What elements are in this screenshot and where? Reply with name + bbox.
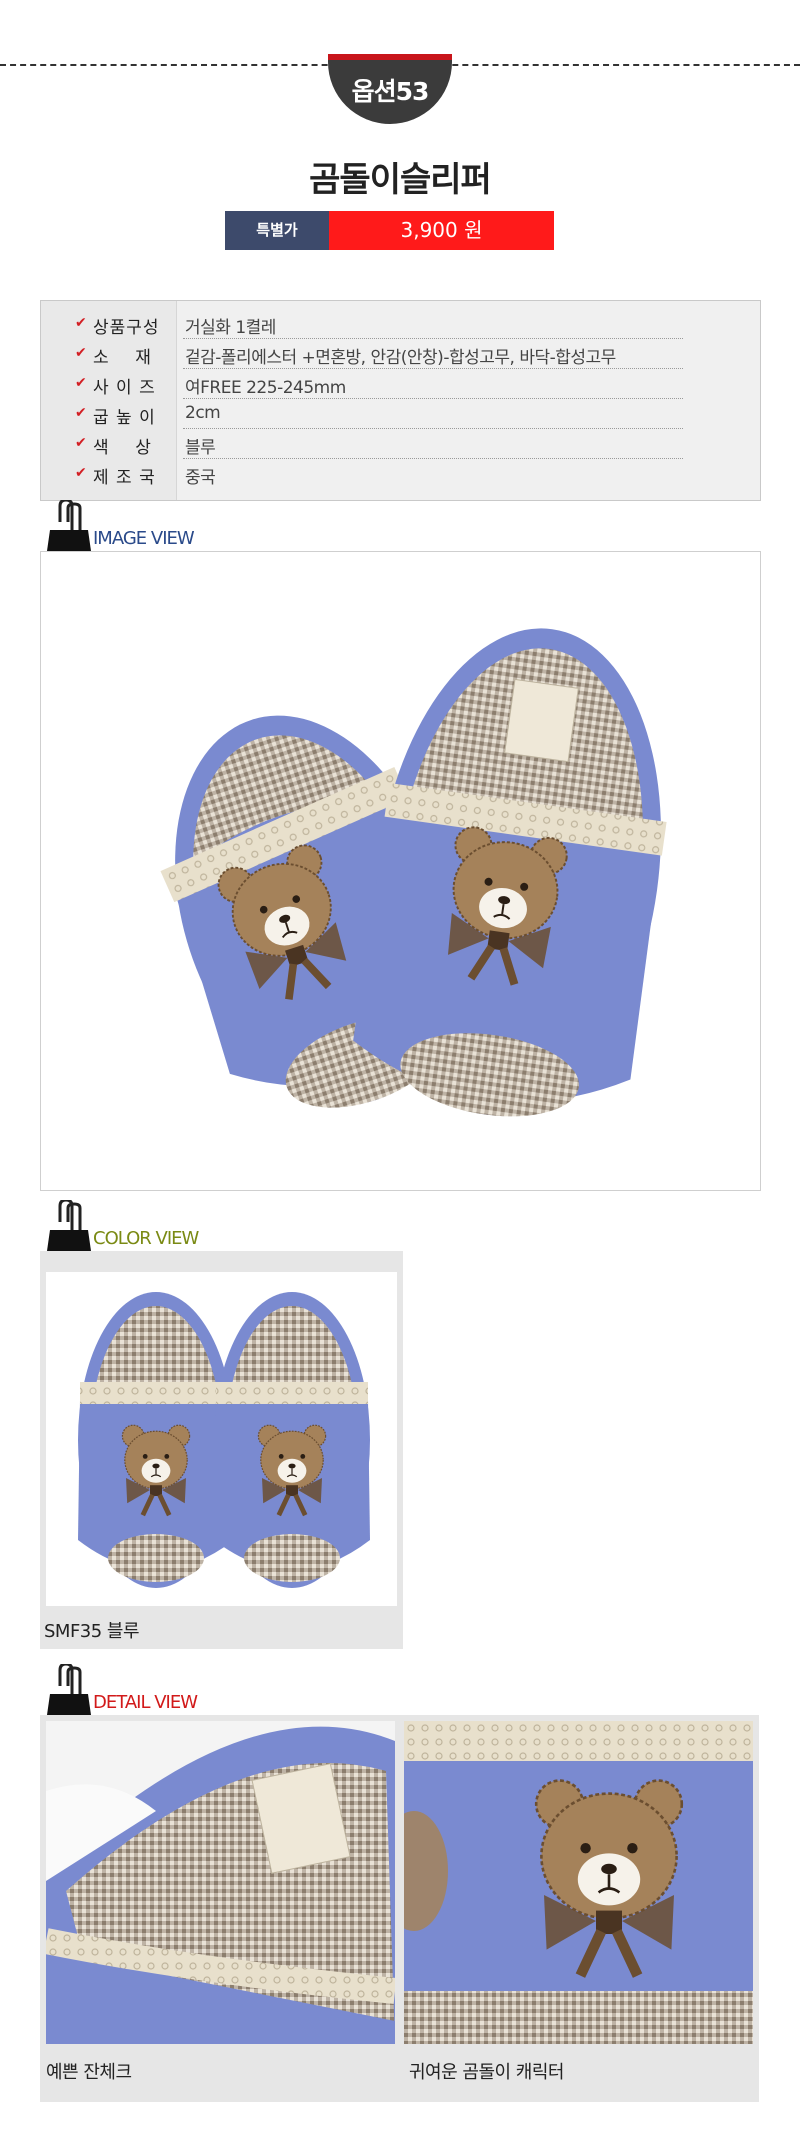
- image-view-title: IMAGE VIEW: [93, 528, 195, 549]
- option-badge-accent: [328, 54, 452, 60]
- spec-row-size: ✔ 사 이 즈 여FREE 225-245mm: [41, 369, 760, 399]
- spec-value: 거실화 1켤레: [185, 318, 276, 338]
- detail-caption-check: 예쁜 잔체크: [46, 2062, 132, 2083]
- detail-bear-image: [404, 1721, 753, 2044]
- spec-value: 블루: [185, 438, 216, 458]
- detail-image-bear: [404, 1721, 753, 2044]
- check-icon: ✔: [75, 345, 87, 361]
- slipper-color-image: [78, 1292, 370, 1588]
- color-option-caption: SMF35 블루: [44, 1621, 140, 1642]
- spec-value: 겉감-폴리에스터 +면혼방, 안감(안창)-합성고무, 바닥-합성고무: [185, 348, 616, 368]
- spec-value: 여FREE 225-245mm: [185, 378, 346, 398]
- spec-row-material: ✔ 소 재 겉감-폴리에스터 +면혼방, 안감(안창)-합성고무, 바닥-합성고…: [41, 339, 760, 369]
- slipper-main-image: [160, 628, 667, 1117]
- check-icon: ✔: [75, 435, 87, 451]
- detail-check-image: [46, 1721, 395, 2044]
- spec-label: 색 상: [93, 438, 152, 458]
- spec-row-color: ✔ 색 상 블루: [41, 429, 760, 459]
- spec-value: 중국: [185, 468, 216, 488]
- price-value: 3,900 원: [329, 211, 554, 250]
- option-badge: 옵션53: [328, 54, 452, 124]
- option-badge-label: 옵션53: [351, 77, 430, 106]
- spec-row-origin: ✔ 제 조 국 중국: [41, 459, 760, 489]
- check-icon: ✔: [75, 465, 87, 481]
- detail-view-panel: 예쁜 잔체크 귀여운 곰돌이 캐릭터: [40, 1715, 759, 2102]
- binder-clip-icon: [46, 1200, 92, 1258]
- spec-value: 2cm: [185, 403, 221, 423]
- spec-label: 소 재: [93, 348, 152, 368]
- product-title: 곰돌이슬리퍼: [309, 160, 492, 200]
- spec-label: 사 이 즈: [93, 378, 156, 398]
- spec-label: 제 조 국: [93, 468, 156, 488]
- color-view-panel: SMF35 블루: [40, 1251, 403, 1649]
- detail-caption-bear: 귀여운 곰돌이 캐릭터: [409, 2062, 564, 2083]
- binder-clip-icon: [46, 500, 92, 558]
- binder-clip-icon: [46, 1664, 92, 1722]
- detail-view-title: DETAIL VIEW: [93, 1692, 198, 1713]
- spec-row-composition: ✔ 상품구성 거실화 1켤레: [41, 309, 760, 339]
- check-icon: ✔: [75, 405, 87, 421]
- check-icon: ✔: [75, 375, 87, 391]
- color-view-title: COLOR VIEW: [93, 1228, 199, 1249]
- spec-label: 상품구성: [93, 318, 160, 338]
- spec-row-heel-height: ✔ 굽 높 이 2cm: [41, 399, 760, 429]
- color-swatch-image[interactable]: [46, 1272, 397, 1606]
- price-label: 특별가: [225, 211, 329, 250]
- spec-table: ✔ 상품구성 거실화 1켤레 ✔ 소 재 겉감-폴리에스터 +면혼방, 안감(안…: [40, 300, 761, 501]
- image-view-panel: [40, 551, 761, 1191]
- spec-label: 굽 높 이: [93, 408, 156, 428]
- detail-image-check: [46, 1721, 395, 2044]
- check-icon: ✔: [75, 315, 87, 331]
